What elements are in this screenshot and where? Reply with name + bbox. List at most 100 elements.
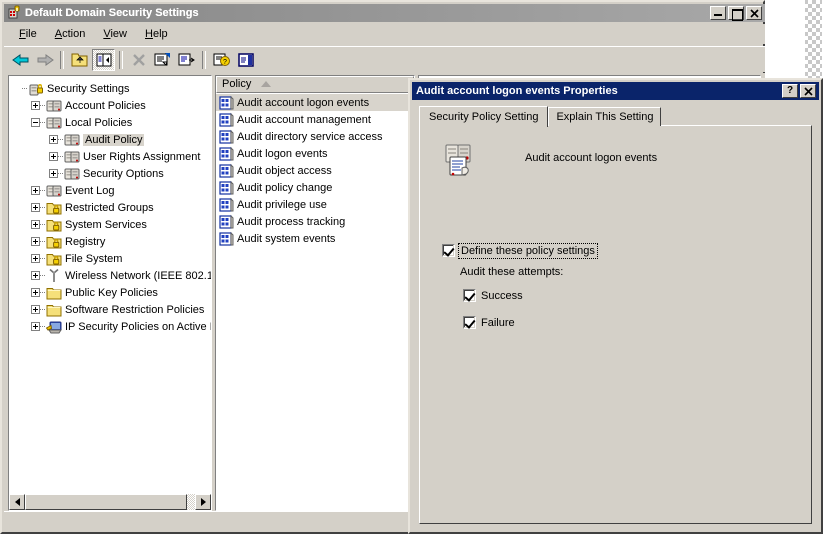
maximize-button[interactable] (728, 6, 744, 21)
policy-folder-icon (46, 98, 62, 114)
tree-item[interactable]: Software Restriction Policies (13, 301, 211, 318)
tree-item[interactable]: Security Options (13, 165, 211, 182)
tree-item[interactable]: Wireless Network (IEEE 802.11) P (13, 267, 211, 284)
menu-action-rest: ction (62, 28, 86, 40)
close-button[interactable] (746, 6, 762, 20)
show-details-pane-icon[interactable] (234, 49, 257, 71)
define-policy-settings-checkbox[interactable] (442, 244, 455, 257)
sort-ascending-icon (261, 81, 272, 87)
tree-horizontal-scrollbar[interactable] (9, 494, 211, 510)
dialog-help-button[interactable]: ? (782, 84, 798, 98)
menu-file[interactable]: File (10, 26, 46, 42)
policy-setting-icon (218, 163, 234, 179)
scroll-left-button[interactable] (9, 494, 25, 510)
define-policy-settings-row[interactable]: Define these policy settings (442, 242, 598, 259)
expand-icon[interactable] (31, 237, 40, 246)
expand-icon[interactable] (31, 288, 40, 297)
success-checkbox[interactable] (463, 289, 476, 302)
expand-icon[interactable] (31, 305, 40, 314)
tree-item[interactable]: System Services (13, 216, 211, 233)
help-icon[interactable]: ? (210, 49, 233, 71)
folder-icon (46, 302, 62, 318)
failure-checkbox[interactable] (463, 316, 476, 329)
policy-list-row[interactable]: Audit system events (216, 230, 414, 247)
window-titlebar[interactable]: Default Domain Security Settings (4, 4, 765, 22)
minimize-button[interactable] (710, 6, 726, 20)
tree-item[interactable]: Security Settings (13, 80, 211, 97)
expand-icon[interactable] (31, 203, 40, 212)
console-tree-pane[interactable]: Security Settings Account Policies Local P… (8, 75, 212, 511)
expand-icon[interactable] (31, 254, 40, 263)
policy-list-row[interactable]: Audit directory service access (216, 128, 414, 145)
scroll-thumb[interactable] (25, 494, 187, 510)
expand-icon[interactable] (31, 322, 40, 331)
tree-item[interactable]: File System (13, 250, 211, 267)
column-policy[interactable]: Policy (216, 76, 414, 93)
policy-setting-icon (218, 112, 234, 128)
up-one-level-icon[interactable] (68, 49, 91, 71)
expand-icon[interactable] (31, 186, 40, 195)
locked-folder-icon (46, 234, 62, 250)
tree-item-label: Account Policies (65, 99, 146, 112)
policy-list-row[interactable]: Audit object access (216, 162, 414, 179)
export-list-icon[interactable] (175, 49, 198, 71)
dialog-policy-name: Audit account logon events (525, 152, 658, 164)
back-icon[interactable] (9, 49, 32, 71)
tree-item[interactable]: Local Policies (13, 114, 211, 131)
dialog-close-button[interactable] (800, 84, 816, 98)
define-policy-settings-label: Define these policy settings (458, 242, 598, 259)
success-row[interactable]: Success (463, 289, 523, 302)
policy-folder-icon (64, 149, 80, 165)
policy-setting-icon (218, 129, 234, 145)
menu-action[interactable]: Action (46, 26, 95, 42)
expand-icon[interactable] (31, 220, 40, 229)
tree-item-label: Security Options (83, 167, 164, 180)
delete-icon (127, 49, 150, 71)
tree-item-label: Restricted Groups (65, 201, 154, 214)
policy-list-pane[interactable]: Policy Audit account logon events Audit a… (215, 75, 415, 511)
policy-list-row[interactable]: Audit account management (216, 111, 414, 128)
policy-list-row[interactable]: Audit policy change (216, 179, 414, 196)
tree-item[interactable]: Public Key Policies (13, 284, 211, 301)
tree-item[interactable]: IP Security Policies on Active Dire (13, 318, 211, 335)
menu-view[interactable]: View (94, 26, 136, 42)
policy-list-row[interactable]: Audit logon events (216, 145, 414, 162)
policy-list-row[interactable]: Audit account logon events (216, 94, 414, 111)
expand-icon[interactable] (49, 135, 58, 144)
expand-icon[interactable] (49, 169, 58, 178)
menu-help[interactable]: Help (136, 26, 177, 42)
menu-action-label: A (54, 28, 63, 40)
show-hide-console-tree-icon[interactable] (92, 48, 115, 71)
collapse-icon[interactable] (31, 118, 40, 127)
tree-item-label: Software Restriction Policies (65, 303, 205, 316)
failure-row[interactable]: Failure (463, 316, 515, 329)
tree-item-label: Local Policies (65, 116, 133, 129)
policy-list-row[interactable]: Audit process tracking (216, 213, 414, 230)
policy-list: Audit account logon events Audit account … (216, 93, 414, 247)
svg-text:?: ? (223, 59, 227, 66)
dialog-body: Security Policy Setting Explain This Set… (412, 102, 819, 530)
scroll-right-button[interactable] (195, 494, 211, 510)
dialog-titlebar[interactable]: Audit account logon events Properties ? (412, 82, 819, 100)
tree-item[interactable]: Registry (13, 233, 211, 250)
folder-icon (46, 285, 62, 301)
failure-label: Failure (481, 316, 515, 329)
properties-icon[interactable] (151, 49, 174, 71)
tab-explain-this-setting[interactable]: Explain This Setting (548, 107, 662, 126)
expand-icon[interactable] (31, 271, 40, 280)
policy-setting-icon (218, 197, 234, 213)
window-title: Default Domain Security Settings (25, 7, 199, 19)
tree-item[interactable]: Account Policies (13, 97, 211, 114)
tree-item[interactable]: User Rights Assignment (13, 148, 211, 165)
tree-item-label: Wireless Network (IEEE 802.11) P (65, 269, 211, 282)
tree-item[interactable]: Restricted Groups (13, 199, 211, 216)
window-controls (710, 6, 762, 21)
list-column-header[interactable]: Policy (216, 76, 414, 93)
tree-item[interactable]: Event Log (13, 182, 211, 199)
tab-security-policy-setting[interactable]: Security Policy Setting (419, 106, 549, 127)
expand-icon[interactable] (49, 152, 58, 161)
policy-list-row[interactable]: Audit privilege use (216, 196, 414, 213)
tree-item[interactable]: Audit Policy (13, 131, 211, 148)
policy-setting-icon (218, 180, 234, 196)
expand-icon[interactable] (31, 101, 40, 110)
